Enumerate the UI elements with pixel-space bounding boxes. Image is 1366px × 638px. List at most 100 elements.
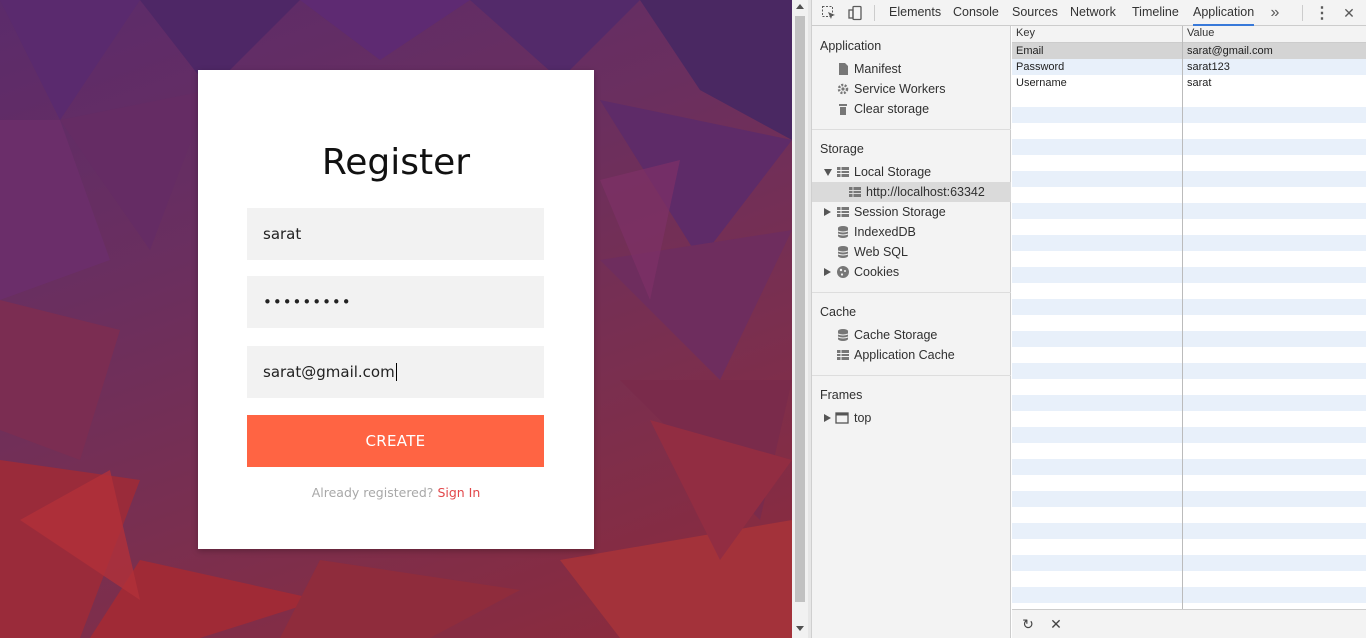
empty-row-stripe xyxy=(1012,363,1366,379)
page-scrollbar[interactable] xyxy=(792,0,808,638)
menu-kebab-icon[interactable]: ⋮ xyxy=(1313,4,1331,22)
section-title-storage: Storage xyxy=(820,142,864,156)
database-icon xyxy=(837,246,849,258)
empty-row-stripe xyxy=(1012,395,1366,411)
grid-icon xyxy=(837,350,849,360)
expand-arrow-icon[interactable] xyxy=(824,268,831,276)
empty-row-stripe xyxy=(1012,203,1366,219)
window-frame-icon xyxy=(835,412,849,424)
table-header: Key Value xyxy=(1012,26,1366,43)
row-value: sarat xyxy=(1187,77,1212,89)
section-divider xyxy=(812,375,1011,376)
column-header-value[interactable]: Value xyxy=(1187,27,1214,39)
empty-row-stripe xyxy=(1012,235,1366,251)
username-field[interactable]: sarat xyxy=(247,208,544,260)
signin-link[interactable]: Sign In xyxy=(437,485,480,500)
devtools-panel: Elements Console Sources Network Timelin… xyxy=(812,0,1366,638)
database-icon xyxy=(837,329,849,341)
create-button[interactable]: CREATE xyxy=(247,415,544,467)
empty-row-stripe xyxy=(1012,459,1366,475)
email-field[interactable]: sarat@gmail.com xyxy=(247,346,544,398)
database-icon xyxy=(837,226,849,238)
sidebar-item-cookies[interactable]: Cookies xyxy=(812,262,1011,282)
sidebar-item-session-storage[interactable]: Session Storage xyxy=(812,202,1011,222)
empty-row-stripe xyxy=(1012,523,1366,539)
column-divider[interactable] xyxy=(1182,26,1183,609)
table-row[interactable]: Username sarat xyxy=(1012,75,1366,91)
sidebar-item-label: Cache Storage xyxy=(854,328,938,342)
row-key: Email xyxy=(1016,45,1044,57)
password-field[interactable]: ••••••••• xyxy=(247,276,544,328)
row-value: sarat@gmail.com xyxy=(1187,45,1273,57)
sidebar-item-frame-top[interactable]: top xyxy=(812,408,1011,428)
grid-icon xyxy=(837,167,849,177)
scroll-thumb[interactable] xyxy=(795,16,805,602)
section-title-application: Application xyxy=(820,39,882,53)
sidebar-item-label: IndexedDB xyxy=(854,225,916,239)
password-value: ••••••••• xyxy=(263,293,352,311)
scroll-up-arrow-icon[interactable] xyxy=(796,4,804,9)
more-tabs-icon[interactable]: » xyxy=(1266,4,1284,22)
sidebar-item-label: Application Cache xyxy=(854,348,955,362)
tab-sources[interactable]: Sources xyxy=(1012,0,1058,26)
application-sidebar: Application Manifest Service Workers Cle… xyxy=(812,26,1011,638)
row-key: Username xyxy=(1016,77,1067,89)
sidebar-item-application-cache[interactable]: Application Cache xyxy=(812,345,1011,365)
cookie-icon xyxy=(837,266,849,278)
text-caret xyxy=(395,363,397,381)
delete-icon[interactable]: ✕ xyxy=(1048,616,1064,632)
row-key: Password xyxy=(1016,61,1065,73)
username-value: sarat xyxy=(263,225,302,243)
tab-console[interactable]: Console xyxy=(953,0,999,26)
section-divider xyxy=(812,292,1011,293)
section-divider xyxy=(812,129,1011,130)
empty-row-stripe xyxy=(1012,299,1366,315)
empty-row-stripe xyxy=(1012,267,1366,283)
sidebar-item-label: Service Workers xyxy=(854,82,946,96)
trash-icon xyxy=(839,104,847,115)
tab-application[interactable]: Application xyxy=(1193,0,1255,26)
table-row[interactable]: Email sarat@gmail.com xyxy=(1012,43,1366,59)
table-row[interactable]: Password sarat123 xyxy=(1012,59,1366,75)
empty-row-stripe xyxy=(1012,139,1366,155)
scroll-down-arrow-icon[interactable] xyxy=(796,626,804,631)
tab-elements[interactable]: Elements xyxy=(889,0,941,26)
signin-prompt: Already registered? Sign In xyxy=(198,485,594,500)
tab-timeline[interactable]: Timeline xyxy=(1132,0,1179,26)
column-header-key[interactable]: Key xyxy=(1016,27,1035,39)
empty-row-stripe xyxy=(1012,107,1366,123)
section-title-cache: Cache xyxy=(820,305,857,319)
sidebar-item-web-sql[interactable]: Web SQL xyxy=(812,242,1011,262)
sidebar-item-local-storage[interactable]: Local Storage xyxy=(812,162,1011,182)
expand-arrow-icon[interactable] xyxy=(824,169,832,176)
sidebar-item-indexeddb[interactable]: IndexedDB xyxy=(812,222,1011,242)
page-viewport: Register sarat ••••••••• sarat@gmail.com… xyxy=(0,0,792,638)
tab-network[interactable]: Network xyxy=(1070,0,1116,26)
sidebar-item-label: Web SQL xyxy=(854,245,908,259)
grid-icon xyxy=(837,207,849,217)
grid-icon xyxy=(849,187,861,197)
page-title: Register xyxy=(321,142,471,183)
expand-arrow-icon[interactable] xyxy=(824,414,831,422)
sidebar-item-label: Local Storage xyxy=(854,165,932,179)
toolbar-divider xyxy=(874,5,875,21)
sidebar-item-label: top xyxy=(854,411,872,425)
sidebar-item-label: Cookies xyxy=(854,265,900,279)
close-devtools-icon[interactable]: ✕ xyxy=(1340,4,1358,22)
sidebar-item-label: Clear storage xyxy=(854,102,930,116)
sidebar-item-clear-storage[interactable]: Clear storage xyxy=(812,99,1011,119)
device-toolbar-icon[interactable] xyxy=(846,4,864,22)
sidebar-item-localhost-origin[interactable]: http://localhost:63342 xyxy=(812,182,1011,202)
sidebar-item-manifest[interactable]: Manifest xyxy=(812,59,1011,79)
gear-icon xyxy=(837,83,849,95)
inspect-icon[interactable] xyxy=(820,4,838,22)
sidebar-item-label: http://localhost:63342 xyxy=(866,185,985,199)
sidebar-item-service-workers[interactable]: Service Workers xyxy=(812,79,1011,99)
row-value: sarat123 xyxy=(1187,61,1230,73)
empty-row-stripe xyxy=(1012,427,1366,443)
empty-row-stripe xyxy=(1012,171,1366,187)
refresh-icon[interactable]: ↻ xyxy=(1020,616,1036,632)
file-icon xyxy=(839,63,848,75)
expand-arrow-icon[interactable] xyxy=(824,208,831,216)
sidebar-item-cache-storage[interactable]: Cache Storage xyxy=(812,325,1011,345)
